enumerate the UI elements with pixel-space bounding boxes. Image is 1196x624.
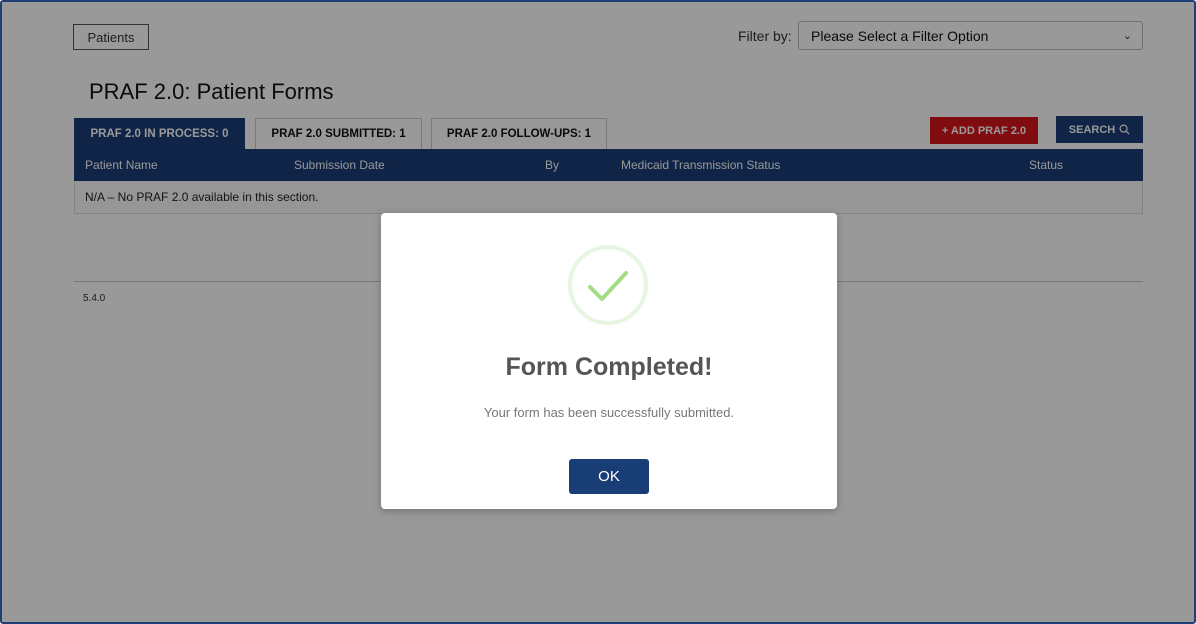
modal-message: Your form has been successfully submitte… [483,405,735,420]
ok-button[interactable]: OK [569,459,649,494]
modal-title: Form Completed! [505,353,713,381]
app-frame: Patients Filter by: Please Select a Filt… [0,0,1196,624]
success-circle [568,245,648,325]
checkmark-icon [588,271,628,301]
success-modal: Form Completed! Your form has been succe… [381,213,837,509]
